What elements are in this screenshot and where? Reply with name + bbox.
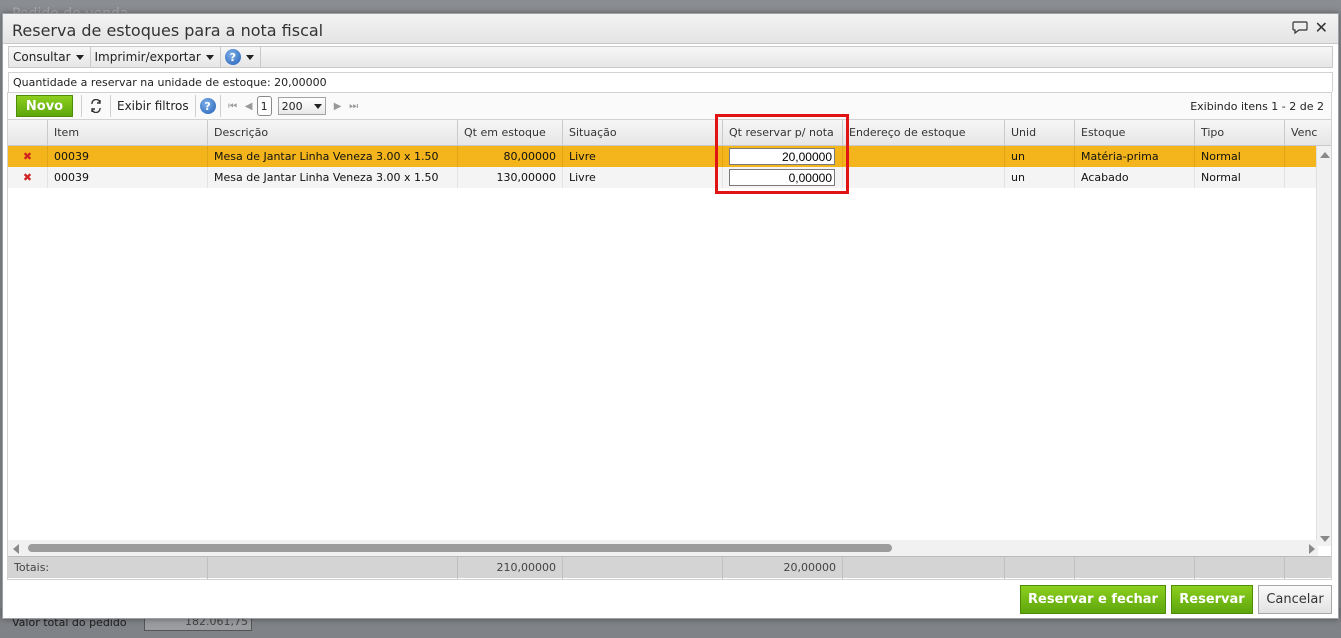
- col-item[interactable]: Item: [48, 120, 208, 146]
- totals-situacao: [563, 557, 723, 579]
- menu-help[interactable]: ?: [221, 47, 261, 67]
- col-descricao[interactable]: Descrição: [208, 120, 458, 146]
- totals-qt-estoque: 210,00000: [458, 557, 563, 579]
- scrollbar-thumb[interactable]: [28, 544, 892, 552]
- reserve-button[interactable]: Reservar: [1171, 585, 1253, 614]
- toolbar-divider: [110, 95, 111, 117]
- dialog-header: Reserva de estoques para a nota fiscal ✕: [3, 14, 1338, 44]
- col-situacao[interactable]: Situação: [563, 120, 723, 146]
- scroll-down-icon[interactable]: [1320, 536, 1330, 542]
- cell-descricao: Mesa de Jantar Linha Veneza 3.00 x 1.50: [208, 146, 458, 167]
- col-unid[interactable]: Unid: [1005, 120, 1075, 146]
- cell-qt-estoque: 80,00000: [458, 146, 563, 167]
- scroll-left-icon[interactable]: [13, 544, 19, 554]
- totals-estoque: [1075, 557, 1195, 579]
- toolbar-divider: [219, 95, 221, 117]
- totals-endereco: [843, 557, 1005, 579]
- totals-qt-reservar: 20,00000: [723, 557, 843, 579]
- chevron-down-icon: [75, 54, 84, 60]
- reserve-and-close-button[interactable]: Reservar e fechar: [1020, 585, 1166, 614]
- table-row[interactable]: ✖ 00039 Mesa de Jantar Linha Veneza 3.00…: [8, 146, 1318, 167]
- previous-page-icon[interactable]: ◀: [241, 101, 257, 112]
- cell-descricao: Mesa de Jantar Linha Veneza 3.00 x 1.50: [208, 167, 458, 188]
- page-size-select[interactable]: 200: [277, 97, 326, 115]
- cell-tipo: Normal: [1195, 167, 1285, 188]
- toolbar-divider: [81, 95, 82, 117]
- cancel-button[interactable]: Cancelar: [1258, 585, 1332, 614]
- vertical-scrollbar[interactable]: [1316, 146, 1331, 546]
- cell-endereco: [843, 146, 1005, 167]
- stock-grid: Item Descrição Qt em estoque Situação Qt…: [7, 120, 1332, 580]
- toolbar-divider: [194, 95, 196, 117]
- menu-consultar-label: Consultar: [13, 50, 71, 64]
- dialog-menubar: Consultar Imprimir/exportar ?: [8, 46, 1333, 68]
- col-actions: [8, 120, 48, 146]
- help-icon[interactable]: ?: [199, 98, 216, 114]
- quantity-info: Quantidade a reservar na unidade de esto…: [8, 72, 1333, 92]
- items-range-text: Exibindo itens 1 - 2 de 2: [1190, 99, 1324, 113]
- totals-unid: [1005, 557, 1075, 579]
- help-icon: ?: [224, 49, 241, 65]
- table-row[interactable]: ✖ 00039 Mesa de Jantar Linha Veneza 3.00…: [8, 167, 1318, 188]
- cell-qt-estoque: 130,00000: [458, 167, 563, 188]
- menu-imprimir-exportar[interactable]: Imprimir/exportar: [91, 47, 221, 67]
- menu-consultar[interactable]: Consultar: [9, 47, 91, 67]
- menu-imprimir-label: Imprimir/exportar: [94, 50, 201, 64]
- close-icon[interactable]: ✕: [1315, 18, 1328, 37]
- next-page-icon[interactable]: ▶: [330, 101, 346, 112]
- qt-reservar-input[interactable]: [729, 148, 835, 165]
- delete-row-icon[interactable]: ✖: [8, 167, 48, 188]
- new-button[interactable]: Novo: [16, 95, 73, 117]
- grid-header: Item Descrição Qt em estoque Situação Qt…: [8, 120, 1331, 146]
- chevron-down-icon: [245, 54, 254, 60]
- cell-item: 00039: [48, 167, 208, 188]
- qt-reservar-input[interactable]: [729, 169, 835, 186]
- page-number-input[interactable]: 1: [256, 96, 272, 116]
- cell-tipo: Normal: [1195, 146, 1285, 167]
- scroll-right-icon[interactable]: [1309, 544, 1315, 554]
- col-estoque[interactable]: Estoque: [1075, 120, 1195, 146]
- last-page-icon[interactable]: ⏭: [346, 101, 362, 112]
- first-page-icon[interactable]: ⏮: [225, 101, 241, 112]
- show-filters-button[interactable]: Exibir filtros: [115, 99, 191, 113]
- cell-estoque: Acabado: [1075, 167, 1195, 188]
- cell-qt-reservar: [723, 146, 843, 167]
- col-qt-estoque[interactable]: Qt em estoque: [458, 120, 563, 146]
- cell-unid: un: [1005, 167, 1075, 188]
- cell-venc: [1285, 146, 1318, 167]
- scroll-up-icon[interactable]: [1320, 152, 1330, 158]
- cell-situacao: Livre: [563, 167, 723, 188]
- totals-row: Totais: 210,00000 20,00000: [8, 556, 1331, 579]
- refresh-icon[interactable]: [86, 96, 106, 116]
- col-tipo[interactable]: Tipo: [1195, 120, 1285, 146]
- totals-descricao: [208, 557, 458, 579]
- cell-unid: un: [1005, 146, 1075, 167]
- cell-item: 00039: [48, 146, 208, 167]
- delete-row-icon[interactable]: ✖: [8, 146, 48, 167]
- totals-label: Totais:: [8, 557, 208, 579]
- chevron-down-icon: [205, 54, 214, 60]
- totals-tipo: [1195, 557, 1285, 579]
- grid-toolbar: Novo Exibir filtros ? ⏮ ◀ 1 200 ▶ ⏭ Exib…: [7, 92, 1332, 120]
- cell-venc: [1285, 167, 1318, 188]
- horizontal-scrollbar[interactable]: [8, 540, 1318, 556]
- col-venc[interactable]: Venc: [1285, 120, 1331, 146]
- col-endereco[interactable]: Endereço de estoque: [843, 120, 1005, 146]
- chat-icon[interactable]: [1292, 21, 1308, 35]
- cell-estoque: Matéria-prima: [1075, 146, 1195, 167]
- page-size-value: 200: [281, 99, 303, 113]
- cell-endereco: [843, 167, 1005, 188]
- cell-qt-reservar: [723, 167, 843, 188]
- cell-situacao: Livre: [563, 146, 723, 167]
- dialog-title: Reserva de estoques para a nota fiscal: [12, 21, 324, 40]
- col-qt-reservar[interactable]: Qt reservar p/ nota: [723, 120, 843, 146]
- chevron-down-icon: [313, 103, 322, 109]
